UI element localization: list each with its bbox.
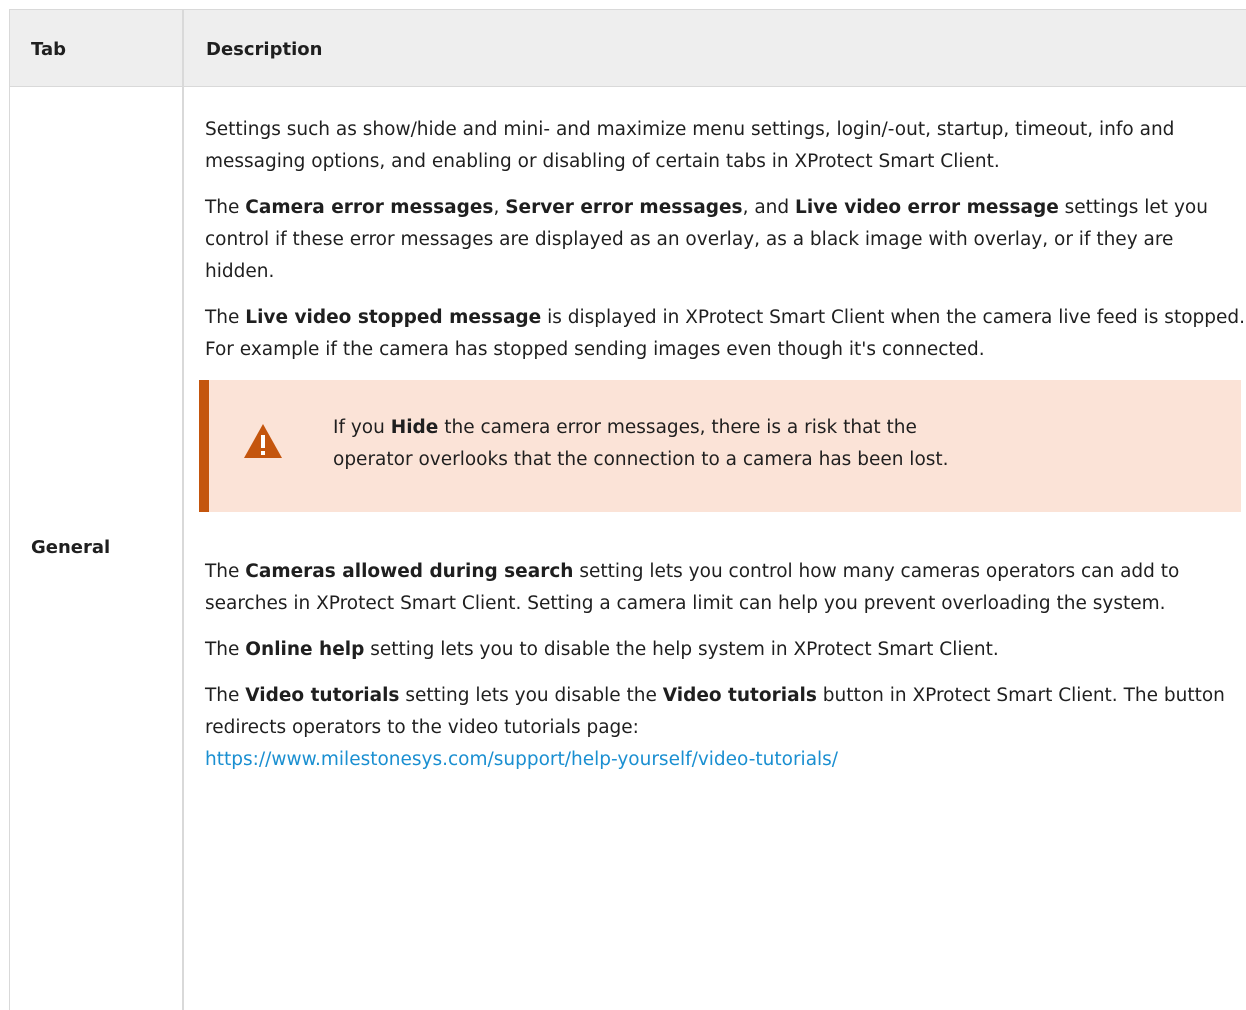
term-video-tutorials: Video tutorials bbox=[245, 685, 400, 706]
tab-name-general: General bbox=[31, 537, 111, 558]
settings-table: Tab Description General Settings such as… bbox=[9, 9, 1246, 1010]
paragraph-online-help: The Online help setting lets you to disa… bbox=[205, 639, 999, 660]
paragraph-general-settings: Settings such as show/hide and mini- and… bbox=[205, 119, 1175, 172]
term-video-tutorials-button: Video tutorials bbox=[662, 685, 817, 706]
warning-callout: If you Hide the camera error messages, t… bbox=[199, 380, 1241, 512]
column-header-tab: Tab bbox=[31, 39, 66, 60]
video-tutorials-link[interactable]: https://www.milestonesys.com/support/hel… bbox=[205, 749, 838, 770]
term-live-video-stopped-message: Live video stopped message bbox=[245, 307, 542, 328]
term-camera-error-messages: Camera error messages bbox=[245, 197, 494, 218]
paragraph-cameras-allowed: The Cameras allowed during search settin… bbox=[205, 561, 1180, 614]
column-divider bbox=[182, 10, 184, 1010]
warning-text: If you Hide the camera error messages, t… bbox=[333, 417, 949, 470]
term-live-video-error-message: Live video error message bbox=[795, 197, 1059, 218]
term-online-help: Online help bbox=[245, 639, 365, 660]
description-cell: Settings such as show/hide and mini- and… bbox=[199, 114, 1246, 790]
paragraph-live-video-stopped: The Live video stopped message is displa… bbox=[205, 307, 1246, 360]
paragraph-error-messages: The Camera error messages, Server error … bbox=[205, 197, 1208, 282]
column-header-description: Description bbox=[206, 39, 323, 60]
term-server-error-messages: Server error messages bbox=[505, 197, 743, 218]
term-hide: Hide bbox=[390, 417, 439, 438]
term-cameras-allowed-during-search: Cameras allowed during search bbox=[245, 561, 574, 582]
table-header-row: Tab Description bbox=[10, 10, 1246, 87]
paragraph-video-tutorials: The Video tutorials setting lets you dis… bbox=[205, 685, 1225, 770]
warning-triangle-icon bbox=[244, 424, 282, 458]
